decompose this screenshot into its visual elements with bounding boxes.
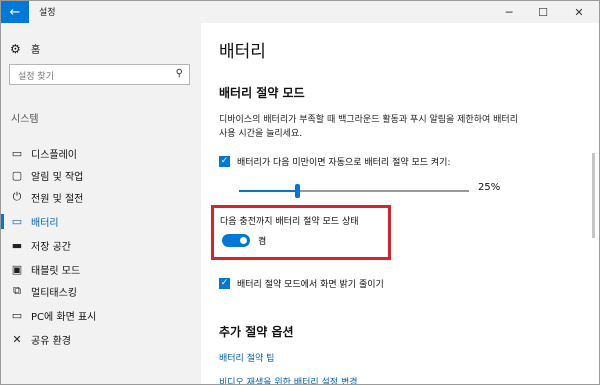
- sidebar-item-multitasking[interactable]: ⧉ 멀티태스킹: [1, 281, 201, 301]
- gear-icon: ⚙: [10, 41, 21, 56]
- sidebar-item-label: 태블릿 모드: [31, 265, 81, 277]
- threshold-slider[interactable]: [239, 184, 469, 198]
- highlight-box: 다음 충전까지 배터리 절약 모드 상태 켬: [211, 205, 391, 260]
- multitasking-icon: ⧉: [13, 284, 21, 297]
- toggle-knob: [240, 237, 247, 244]
- sidebar-item-storage[interactable]: ▬ 저장 공간: [1, 235, 201, 255]
- section-label: 시스템: [11, 114, 39, 125]
- search-placeholder: 설정 찾기: [18, 72, 54, 82]
- sidebar-item-tablet-mode[interactable]: ▣ 태블릿 모드: [1, 259, 201, 279]
- window-title: 설정: [39, 8, 56, 18]
- battery-icon: ▭: [11, 214, 23, 228]
- sidebar-item-label: 공유 환경: [31, 335, 71, 347]
- sidebar-item-shared-experience[interactable]: ✕ 공유 환경: [1, 329, 201, 349]
- sidebar-item-notification[interactable]: ▢ 알림 및 작업: [1, 165, 201, 185]
- sidebar-item-power[interactable]: ⏻ 전원 및 절전: [1, 187, 201, 207]
- saver-status-value: 켬: [258, 237, 267, 247]
- settings-window: ← 설정 ─ ☐ ✕ ⚙ 홈 설정 찾기 ⚲ 시스템 ▭ 디스플레이 ▢ 알림 및 작…: [0, 0, 600, 385]
- storage-icon: ▬: [11, 238, 23, 252]
- maximize-button[interactable]: ☐: [526, 1, 560, 23]
- settings-search-input[interactable]: 설정 찾기 ⚲: [9, 64, 190, 85]
- saver-status-label: 다음 충전까지 배터리 절약 모드 상태: [220, 217, 359, 227]
- sidebar-item-label: 배터리: [31, 217, 59, 229]
- maximize-icon: ☐: [538, 5, 548, 19]
- dim-screen-checkbox[interactable]: ✓ 배터리 절약 모드에서 화면 밝기 줄이기: [219, 277, 384, 290]
- sidebar: ⚙ 홈 설정 찾기 ⚲ 시스템 ▭ 디스플레이 ▢ 알림 및 작업 ⏻ 전원 및 절전 ▭ 배…: [1, 23, 201, 384]
- sidebar-item-label: 전원 및 절전: [31, 193, 84, 205]
- tablet-mode-icon: ▣: [11, 262, 23, 276]
- sidebar-item-project[interactable]: ▭ PC에 화면 표시: [1, 305, 201, 325]
- battery-tips-link[interactable]: 배터리 절약 팁: [219, 351, 274, 364]
- dim-screen-label: 배터리 절약 모드에서 화면 밝기 줄이기: [237, 280, 384, 290]
- checkmark-icon: ✓: [219, 278, 230, 289]
- sidebar-item-label: 알림 및 작업: [31, 171, 84, 183]
- page-title: 배터리: [219, 42, 266, 62]
- sidebar-item-label: 멀티태스킹: [31, 287, 77, 299]
- title-bar: ← 설정 ─ ☐ ✕: [1, 1, 599, 23]
- shared-experience-icon: ✕: [12, 332, 22, 346]
- back-arrow-icon: ←: [9, 4, 21, 20]
- saver-status-toggle[interactable]: [222, 234, 250, 247]
- sidebar-item-display[interactable]: ▭ 디스플레이: [1, 143, 201, 163]
- power-icon: ⏻: [12, 190, 22, 203]
- display-icon: ▭: [11, 146, 23, 160]
- battery-saver-heading: 배터리 절약 모드: [219, 86, 305, 100]
- sidebar-item-label: 저장 공간: [31, 241, 71, 253]
- threshold-value: 25%: [478, 182, 501, 193]
- notification-icon: ▢: [11, 168, 23, 182]
- more-options-heading: 추가 절약 옵션: [219, 325, 294, 339]
- slider-fill: [239, 190, 297, 192]
- scrollbar[interactable]: [592, 153, 595, 238]
- checkmark-icon: ✓: [219, 156, 230, 167]
- back-button[interactable]: ←: [1, 1, 29, 23]
- search-icon: ⚲: [175, 68, 183, 79]
- video-settings-link[interactable]: 비디오 재생을 위한 배터리 설정 변경: [219, 375, 358, 384]
- minimize-icon: ─: [505, 5, 513, 19]
- minimize-button[interactable]: ─: [492, 1, 526, 23]
- sidebar-item-label: 디스플레이: [31, 149, 77, 161]
- project-icon: ▭: [11, 308, 23, 322]
- auto-on-checkbox[interactable]: ✓ 배터리가 다음 미만이면 자동으로 배터리 절약 모드 켜기:: [219, 155, 451, 168]
- sidebar-item-label: PC에 화면 표시: [31, 311, 97, 323]
- auto-on-label: 배터리가 다음 미만이면 자동으로 배터리 절약 모드 켜기:: [237, 158, 451, 168]
- main-content: 배터리 배터리 절약 모드 디바이스의 배터리가 부족할 때 백그라운드 활동과…: [201, 23, 599, 384]
- close-button[interactable]: ✕: [562, 1, 596, 23]
- battery-saver-description: 디바이스의 배터리가 부족할 때 백그라운드 활동과 푸시 알림을 제한하여 배…: [219, 115, 518, 139]
- home-nav-item[interactable]: ⚙ 홈: [10, 41, 41, 57]
- slider-thumb[interactable]: [295, 184, 300, 198]
- close-icon: ✕: [574, 5, 584, 19]
- home-label: 홈: [31, 45, 41, 56]
- sidebar-item-battery[interactable]: ▭ 배터리: [1, 211, 201, 231]
